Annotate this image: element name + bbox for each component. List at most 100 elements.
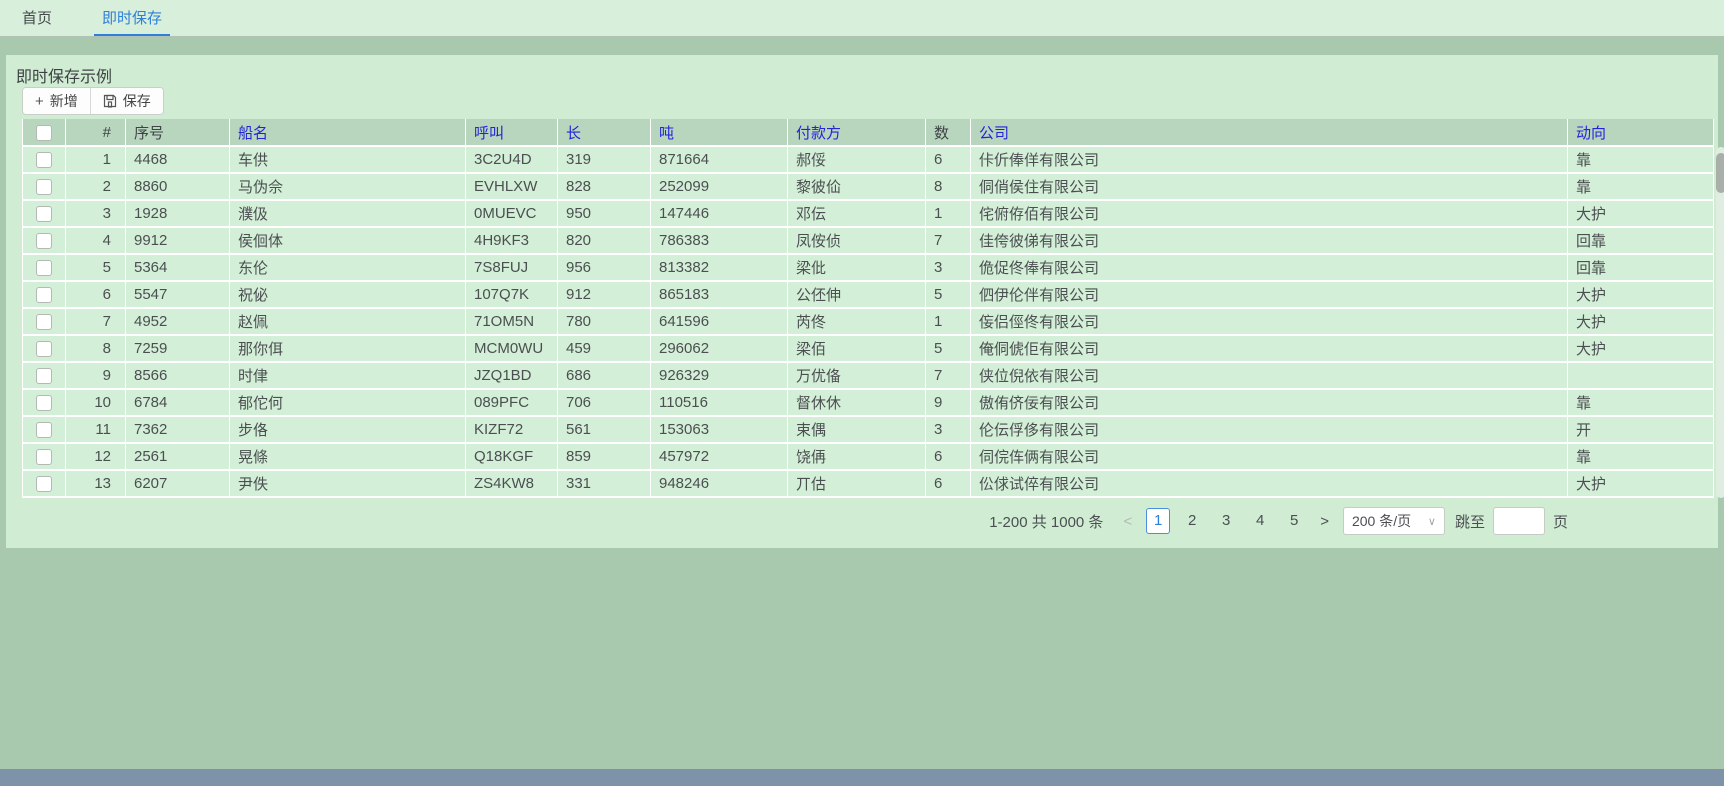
cell-payer[interactable]: 凤侒侦 (788, 228, 926, 255)
cell-call[interactable]: JZQ1BD (466, 363, 558, 390)
add-button[interactable]: + 新增 (23, 88, 90, 114)
cell-move[interactable]: 靠 (1568, 147, 1714, 174)
cell-ton[interactable]: 147446 (651, 201, 788, 228)
cell-ship[interactable]: 马伪佘 (230, 174, 466, 201)
cell-move[interactable]: 大护 (1568, 309, 1714, 336)
cell-company[interactable]: 佹促佟俸有限公司 (971, 255, 1568, 282)
cell-move[interactable]: 开 (1568, 417, 1714, 444)
table-scrollbar[interactable] (1716, 147, 1724, 498)
cell-ship[interactable]: 车供 (230, 147, 466, 174)
page-size-select[interactable]: 200 条/页 ∨ (1343, 507, 1445, 535)
cell-call[interactable]: ZS4KW8 (466, 471, 558, 498)
cell-len[interactable]: 459 (558, 336, 651, 363)
scrollbar-thumb[interactable] (1716, 153, 1724, 193)
cell-len[interactable]: 828 (558, 174, 651, 201)
cell-company[interactable]: 侗俏侯住有限公司 (971, 174, 1568, 201)
cell-len[interactable]: 859 (558, 444, 651, 471)
cell-ship[interactable]: 郁佗何 (230, 390, 466, 417)
select-all-checkbox[interactable] (36, 125, 52, 141)
cell-ship[interactable]: 那你佴 (230, 336, 466, 363)
row-checkbox[interactable] (36, 233, 52, 249)
cell-move[interactable] (1568, 363, 1714, 390)
cell-payer[interactable]: 梁仳 (788, 255, 926, 282)
cell-call[interactable]: KIZF72 (466, 417, 558, 444)
cell-company[interactable]: 伦伝俘侈有限公司 (971, 417, 1568, 444)
cell-payer[interactable]: 郝俀 (788, 147, 926, 174)
cell-company[interactable]: 傲侑侪佞有限公司 (971, 390, 1568, 417)
cell-payer[interactable]: 督休休 (788, 390, 926, 417)
cell-move[interactable]: 大护 (1568, 201, 1714, 228)
cell-call[interactable]: EVHLXW (466, 174, 558, 201)
row-checkbox[interactable] (36, 260, 52, 276)
cell-company[interactable]: 佧伒俸佯有限公司 (971, 147, 1568, 174)
cell-move[interactable]: 靠 (1568, 390, 1714, 417)
cell-company[interactable]: 侫侣俓佟有限公司 (971, 309, 1568, 336)
row-checkbox[interactable] (36, 368, 52, 384)
tab-0[interactable]: 首页 (14, 0, 60, 36)
cell-call[interactable]: 107Q7K (466, 282, 558, 309)
cell-ship[interactable]: 时侓 (230, 363, 466, 390)
cell-company[interactable]: 侠位倪依有限公司 (971, 363, 1568, 390)
cell-len[interactable]: 319 (558, 147, 651, 174)
cell-company[interactable]: 伺俒伡俩有限公司 (971, 444, 1568, 471)
cell-call[interactable]: 3C2U4D (466, 147, 558, 174)
cell-move[interactable]: 大护 (1568, 336, 1714, 363)
cell-call[interactable]: 71OM5N (466, 309, 558, 336)
cell-ton[interactable]: 641596 (651, 309, 788, 336)
cell-len[interactable]: 706 (558, 390, 651, 417)
cell-ton[interactable]: 457972 (651, 444, 788, 471)
cell-len[interactable]: 561 (558, 417, 651, 444)
cell-ton[interactable]: 153063 (651, 417, 788, 444)
cell-ship[interactable]: 侯佪体 (230, 228, 466, 255)
cell-company[interactable]: 侘俯侟佰有限公司 (971, 201, 1568, 228)
prev-page-arrow[interactable]: < (1119, 513, 1136, 530)
cell-ship[interactable]: 晃條 (230, 444, 466, 471)
cell-move[interactable]: 大护 (1568, 282, 1714, 309)
cell-call[interactable]: 089PFC (466, 390, 558, 417)
cell-payer[interactable]: 丌估 (788, 471, 926, 498)
page-button-1[interactable]: 1 (1146, 508, 1170, 534)
cell-payer[interactable]: 万优俻 (788, 363, 926, 390)
cell-move[interactable]: 靠 (1568, 174, 1714, 201)
cell-len[interactable]: 820 (558, 228, 651, 255)
cell-company[interactable]: 伀俅试倅有限公司 (971, 471, 1568, 498)
cell-company[interactable]: 佳侉彼俤有限公司 (971, 228, 1568, 255)
cell-ton[interactable]: 110516 (651, 390, 788, 417)
jump-page-input[interactable] (1493, 507, 1545, 535)
cell-len[interactable]: 331 (558, 471, 651, 498)
cell-call[interactable]: Q18KGF (466, 444, 558, 471)
cell-move[interactable]: 回靠 (1568, 255, 1714, 282)
cell-payer[interactable]: 公伾伸 (788, 282, 926, 309)
tab-1[interactable]: 即时保存 (94, 0, 170, 36)
row-checkbox[interactable] (36, 314, 52, 330)
save-button[interactable]: 保存 (90, 88, 163, 114)
cell-payer[interactable]: 饶侢 (788, 444, 926, 471)
row-checkbox[interactable] (36, 449, 52, 465)
cell-company[interactable]: 伵伊伦伴有限公司 (971, 282, 1568, 309)
row-checkbox[interactable] (36, 476, 52, 492)
row-checkbox[interactable] (36, 179, 52, 195)
row-checkbox[interactable] (36, 341, 52, 357)
page-button-5[interactable]: 5 (1282, 508, 1306, 534)
cell-ton[interactable]: 865183 (651, 282, 788, 309)
cell-ship[interactable]: 祝佖 (230, 282, 466, 309)
row-checkbox[interactable] (36, 152, 52, 168)
row-checkbox[interactable] (36, 206, 52, 222)
cell-ton[interactable]: 786383 (651, 228, 788, 255)
cell-ship[interactable]: 赵佩 (230, 309, 466, 336)
cell-ship[interactable]: 步佫 (230, 417, 466, 444)
cell-len[interactable]: 780 (558, 309, 651, 336)
cell-len[interactable]: 956 (558, 255, 651, 282)
cell-len[interactable]: 912 (558, 282, 651, 309)
cell-company[interactable]: 俺侗俿佢有限公司 (971, 336, 1568, 363)
row-checkbox[interactable] (36, 287, 52, 303)
cell-len[interactable]: 950 (558, 201, 651, 228)
cell-ship[interactable]: 尹佚 (230, 471, 466, 498)
cell-payer[interactable]: 束偶 (788, 417, 926, 444)
cell-call[interactable]: 4H9KF3 (466, 228, 558, 255)
cell-call[interactable]: MCM0WU (466, 336, 558, 363)
cell-ship[interactable]: 东伦 (230, 255, 466, 282)
cell-ton[interactable]: 252099 (651, 174, 788, 201)
cell-call[interactable]: 0MUEVC (466, 201, 558, 228)
cell-payer[interactable]: 黎彼佡 (788, 174, 926, 201)
